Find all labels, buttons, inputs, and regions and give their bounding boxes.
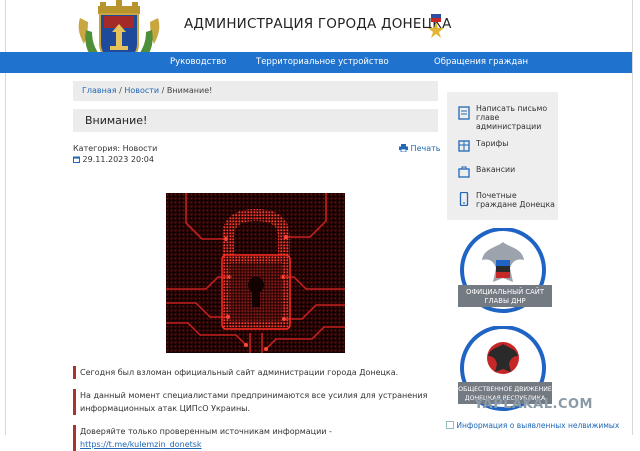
breadcrumb-current: Внимание! [166,86,213,95]
breadcrumb: Главная / Новости / Внимание! [73,81,438,101]
real-estate-info-link-text: Информация о выявленных нелвижимых [456,421,620,430]
breadcrumb-news-link[interactable]: Новости [124,86,159,95]
site-title[interactable]: АДМИНИСТРАЦИЯ ГОРОДА ДОНЕЦКА [184,16,452,32]
article-paragraph-text: Сегодня был взломан официальный сайт адм… [80,368,399,377]
sidebar-menu: Написать письмо главе администрации Тари… [447,92,558,220]
sidebar-item-label: Вакансии [476,165,516,174]
calendar-icon [73,156,80,163]
sidebar-item-label: Почетные граждане Донецка [476,191,555,209]
article-paragraph: На данный момент специалистами предприни… [73,389,430,415]
sidebar-item-label: Написать письмо главе администрации [476,104,548,131]
nav-citizen-appeals[interactable]: Обращения граждан [434,57,528,67]
badge-line: ОБЩЕСТВЕННОЕ ДВИЖЕНИЕ [458,386,552,393]
article-paragraph: Сегодня был взломан официальный сайт адм… [73,366,430,379]
yaplakal-watermark: YAPLAKAL.COM [474,397,593,412]
badge-line: ОФИЦИАЛЬНЫЙ САЙТ [466,287,545,296]
hero-city-star-icon [428,10,444,38]
printer-icon [399,144,408,153]
badge-line: ГЛАВЫ ДНР [484,297,525,305]
hacked-lock-image [166,193,345,353]
page-right-border [632,0,633,435]
telegram-link[interactable]: https://t.me/kulemzin_donetsk [80,440,202,449]
article-date-text: 29.11.2023 20:04 [82,155,154,164]
article-category: Категория: Новости [73,144,158,153]
tariff-icon [458,140,470,152]
sidebar-item-label: Тарифы [476,139,509,148]
print-label: Печать [410,144,441,153]
dnr-head-official-site-badge[interactable]: ОФИЦИАЛЬНЫЙ САЙТ ГЛАВЫ ДНР [458,228,552,314]
real-estate-info-link[interactable]: Информация о выявленных нелвижимых [446,421,619,430]
broken-image-icon [446,421,454,429]
breadcrumb-home-link[interactable]: Главная [82,86,117,95]
document-icon [458,106,470,120]
article-paragraph-text: На данный момент специалистами предприни… [80,391,428,413]
vacancy-icon [458,166,470,178]
main-navigation: Руководство Территориальное устройство О… [0,52,632,73]
phone-icon [459,192,469,206]
breadcrumb-separator: / [159,86,167,95]
site-header: ДОНЕЦЬК АДМИНИСТРАЦИЯ ГОРОДА ДОНЕЦКА [0,0,640,70]
nav-territorial-structure[interactable]: Территориальное устройство [256,57,389,67]
nav-leadership[interactable]: Руководство [170,57,226,67]
article-paragraph: Доверяйте только проверенным источникам … [73,425,430,451]
article-title: Внимание! [73,109,438,132]
article-date: 29.11.2023 20:04 [73,155,154,164]
print-button[interactable]: Печать [399,144,441,153]
